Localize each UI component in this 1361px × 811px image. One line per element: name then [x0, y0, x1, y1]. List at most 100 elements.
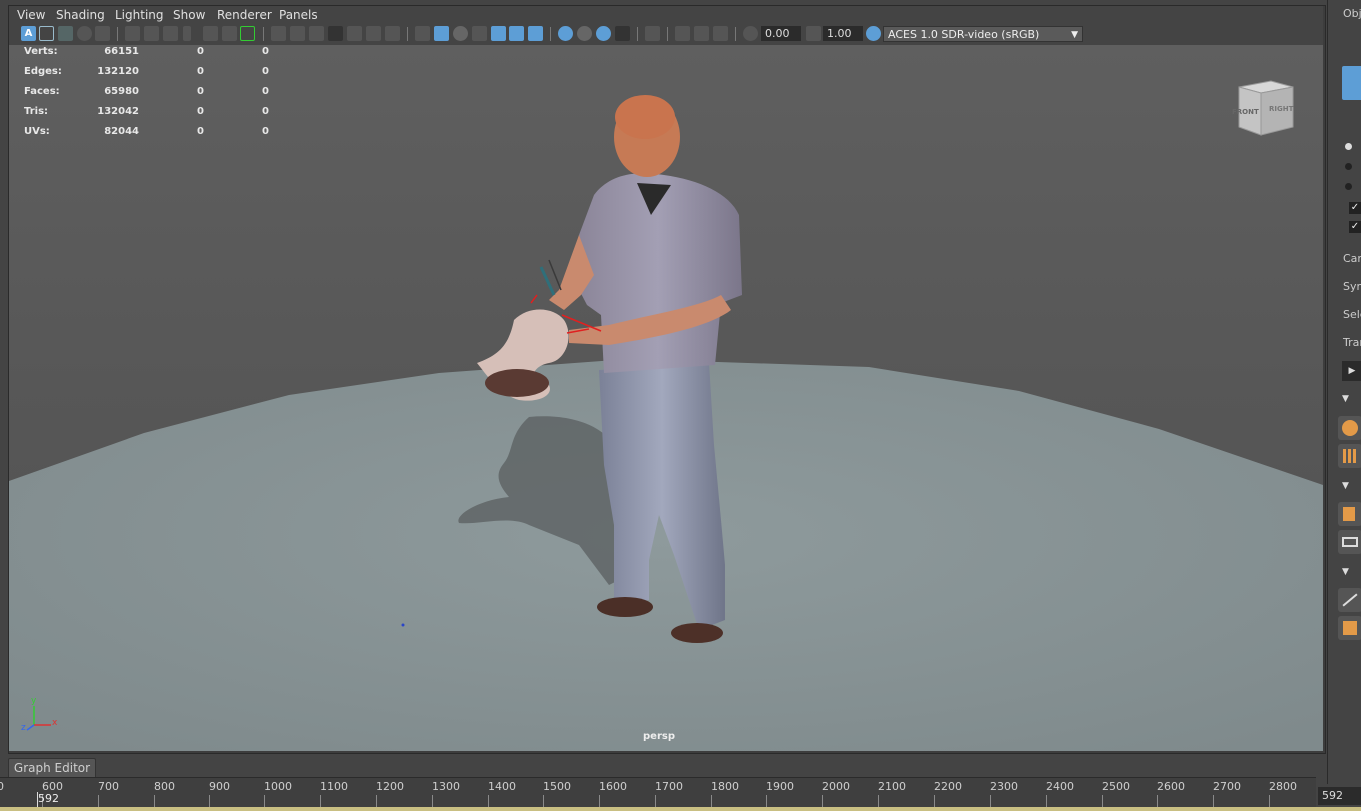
- xray-icon[interactable]: [675, 26, 690, 41]
- timeline-tick-label: 1600: [599, 780, 627, 793]
- hud-component: 0: [262, 106, 269, 117]
- resolution-gate-icon[interactable]: [309, 26, 324, 41]
- view-cube[interactable]: FRONT RIGHT: [1231, 75, 1299, 139]
- radio-option[interactable]: [1345, 163, 1352, 170]
- pen-icon[interactable]: [203, 26, 218, 41]
- gate-mask-icon[interactable]: [328, 26, 343, 41]
- hud-selected: 0: [197, 126, 204, 137]
- grid-icon[interactable]: [271, 26, 286, 41]
- right-side-panel: Obje ✓ ✓ Cam Sym Sele Tran ▶ ▼ ▼ ▼: [1327, 0, 1361, 784]
- timeline-tick-label: 2400: [1046, 780, 1074, 793]
- hud-value: 132120: [97, 66, 139, 77]
- hud-selected: 0: [197, 106, 204, 117]
- safe-action-icon[interactable]: [366, 26, 381, 41]
- shadows-icon[interactable]: [528, 26, 543, 41]
- camera-attributes-icon[interactable]: [39, 26, 54, 41]
- wireframe-on-shaded-icon[interactable]: [472, 26, 487, 41]
- textured-icon[interactable]: [491, 26, 506, 41]
- hud-label: Edges:: [24, 66, 62, 77]
- anti-aliasing-icon[interactable]: [596, 26, 611, 41]
- timeline-tick-label: 1000: [264, 780, 292, 793]
- timeline-tick-label: 1300: [432, 780, 460, 793]
- wireframe-icon[interactable]: [415, 26, 430, 41]
- radio-selected[interactable]: [1345, 143, 1352, 150]
- depth-of-field-icon[interactable]: [615, 26, 630, 41]
- radio-option[interactable]: [1345, 183, 1352, 190]
- bookmarks-icon[interactable]: [58, 26, 73, 41]
- chevron-down-icon[interactable]: ▼: [1342, 481, 1349, 491]
- current-frame-field[interactable]: 592: [1318, 787, 1361, 805]
- grease-pencil-icon[interactable]: [222, 26, 237, 41]
- field-chart-icon[interactable]: [347, 26, 362, 41]
- hud-component: 0: [262, 126, 269, 137]
- current-time-label: 592: [38, 792, 59, 805]
- checkbox-checked[interactable]: ✓: [1349, 202, 1361, 214]
- timeline-tick-label: 2600: [1157, 780, 1185, 793]
- panel-toolbar: A 0.00 1.00 ACES 1.0 SDR-video (sRGB) ▼: [9, 24, 1323, 46]
- graph-editor-tab[interactable]: Graph Editor: [8, 758, 96, 777]
- menu-lighting[interactable]: Lighting: [115, 8, 164, 22]
- timeline-tick-label: 1500: [543, 780, 571, 793]
- menu-shading[interactable]: Shading: [56, 8, 105, 22]
- timeline-tick-label: 2000: [822, 780, 850, 793]
- film-gate-view-icon[interactable]: [290, 26, 305, 41]
- timeline-tick-label: 900: [209, 780, 230, 793]
- camera-icon[interactable]: [144, 26, 159, 41]
- timeline-tick-label: 2100: [878, 780, 906, 793]
- object-mode-icon[interactable]: [1342, 66, 1361, 100]
- exposure-icon[interactable]: [743, 26, 758, 41]
- isolate-select-icon[interactable]: [645, 26, 660, 41]
- lock-camera-icon[interactable]: [125, 26, 140, 41]
- time-slider[interactable]: 0 600 700 800 900 1000 1100 1200 1300 14…: [0, 777, 1316, 808]
- grid-tool-icon[interactable]: [1338, 444, 1361, 468]
- menu-panels[interactable]: Panels: [279, 8, 318, 22]
- chevron-down-icon[interactable]: ▼: [1342, 567, 1349, 577]
- timeline-tick-label: 2500: [1102, 780, 1130, 793]
- multi-cube-icon[interactable]: [1338, 616, 1361, 640]
- orange-sphere-icon[interactable]: [1338, 416, 1361, 440]
- smooth-shade-icon[interactable]: [434, 26, 449, 41]
- select-camera-icon[interactable]: A: [21, 26, 36, 41]
- view-cube-right-label: RIGHT: [1269, 105, 1294, 113]
- layers-tool-icon[interactable]: [1338, 530, 1361, 554]
- axis-y-label: y: [31, 696, 37, 706]
- gamma-icon[interactable]: [806, 26, 821, 41]
- perspective-viewport[interactable]: Verts: 66151 0 0 Edges: 132120 0 0 Faces…: [9, 45, 1323, 751]
- use-all-lights-icon[interactable]: [509, 26, 524, 41]
- panel-menu-bar: View Shading Lighting Show Renderer Pane…: [9, 6, 1323, 24]
- panel-title: Obje: [1343, 7, 1361, 20]
- brush-icon[interactable]: [240, 26, 255, 41]
- timeline-tick-label: 1200: [376, 780, 404, 793]
- two-d-pan-icon[interactable]: [95, 26, 110, 41]
- image-plane-icon[interactable]: [77, 26, 92, 41]
- checkbox-checked[interactable]: ✓: [1349, 221, 1361, 233]
- motion-blur-icon[interactable]: [577, 26, 592, 41]
- film-gate-icon[interactable]: [163, 26, 178, 41]
- chevron-down-icon[interactable]: ▼: [1342, 394, 1349, 404]
- pen-tool-icon[interactable]: [1338, 588, 1361, 612]
- color-space-value: ACES 1.0 SDR-video (sRGB): [888, 28, 1040, 41]
- scene-render: [9, 95, 1323, 751]
- chevron-down-icon[interactable]: ▼: [1071, 27, 1078, 43]
- timeline-tick-label: 2300: [990, 780, 1018, 793]
- menu-renderer[interactable]: Renderer: [217, 8, 272, 22]
- exposure-field[interactable]: 0.00: [761, 26, 801, 41]
- camera-option-label: Cam: [1343, 252, 1361, 265]
- xray-joints-icon[interactable]: [713, 26, 728, 41]
- color-management-icon[interactable]: [866, 26, 881, 41]
- screen-space-ao-icon[interactable]: [558, 26, 573, 41]
- timeline-tick-label: 1800: [711, 780, 739, 793]
- cube-tool-icon[interactable]: [1338, 502, 1361, 526]
- color-space-dropdown[interactable]: ACES 1.0 SDR-video (sRGB) ▼: [883, 26, 1083, 42]
- hud-selected: 0: [197, 86, 204, 97]
- bookmark-icon[interactable]: [183, 26, 191, 41]
- safe-title-icon[interactable]: [385, 26, 400, 41]
- chevron-right-icon[interactable]: ▶: [1342, 361, 1361, 381]
- menu-show[interactable]: Show: [173, 8, 205, 22]
- gamma-field[interactable]: 1.00: [823, 26, 863, 41]
- range-slider-bar[interactable]: [0, 807, 1361, 811]
- right-shoe: [671, 623, 723, 643]
- default-material-icon[interactable]: [453, 26, 468, 41]
- menu-view[interactable]: View: [17, 8, 45, 22]
- xray-active-icon[interactable]: [694, 26, 709, 41]
